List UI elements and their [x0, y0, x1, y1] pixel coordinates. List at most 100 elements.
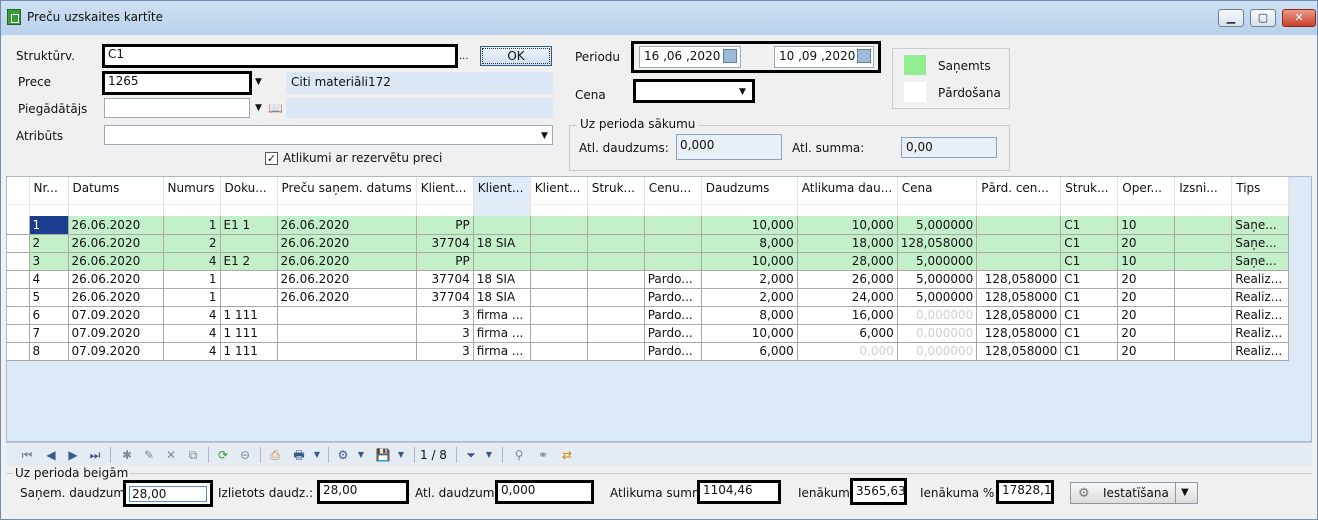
table-cell[interactable]: 18,000: [797, 234, 898, 253]
table-cell[interactable]: 20: [1117, 270, 1176, 289]
rezerv-checkbox[interactable]: ✓: [265, 152, 278, 165]
table-cell[interactable]: 8,000: [701, 306, 798, 325]
swap-icon[interactable]: ⇄: [558, 446, 576, 464]
column-header[interactable]: Cena: [897, 177, 978, 216]
table-row[interactable]: 6 07.09.2020 4 1 111 3 firma ... Pardo... 8,000…: [7, 306, 1290, 325]
table-cell[interactable]: 128,058000: [976, 306, 1062, 325]
column-filter-cell[interactable]: [29, 204, 67, 216]
table-cell[interactable]: Pardo...: [644, 342, 702, 361]
table-cell[interactable]: 128,058000: [897, 234, 978, 253]
print-preview-icon[interactable]: ⎙: [266, 446, 284, 464]
table-cell[interactable]: 2: [163, 234, 221, 253]
table-cell[interactable]: 4: [29, 270, 69, 289]
table-cell[interactable]: 5,000000: [897, 270, 978, 289]
table-cell[interactable]: 2: [29, 234, 69, 253]
column-header[interactable]: Daudzums: [701, 177, 798, 216]
column-filter-cell[interactable]: [530, 204, 587, 216]
iestatisana-button[interactable]: ⚙ Iestatīšana ▼: [1070, 482, 1198, 504]
print-icon[interactable]: 🖶: [290, 446, 308, 464]
column-header[interactable]: Izsni...: [1174, 177, 1233, 216]
table-cell[interactable]: PP: [416, 216, 474, 235]
column-filter-cell[interactable]: [1232, 204, 1288, 216]
table-cell[interactable]: [220, 288, 278, 307]
table-cell[interactable]: 26.06.2020: [277, 234, 417, 253]
column-header[interactable]: Klient...: [530, 177, 588, 216]
table-cell[interactable]: 3: [416, 306, 474, 325]
table-cell[interactable]: [587, 342, 645, 361]
maximize-button[interactable]: ▢: [1250, 9, 1276, 27]
table-cell[interactable]: [976, 252, 1062, 271]
cena-select[interactable]: [633, 79, 755, 103]
table-cell[interactable]: 26.06.2020: [277, 270, 417, 289]
table-cell[interactable]: 26.06.2020: [68, 270, 164, 289]
table-cell[interactable]: [587, 324, 645, 343]
table-row[interactable]: 7 07.09.2020 4 1 111 3 firma ... Pardo... 10,00…: [7, 324, 1290, 343]
table-cell[interactable]: 24,000: [797, 288, 898, 307]
table-cell[interactable]: 10,000: [797, 216, 898, 235]
table-cell[interactable]: [644, 216, 702, 235]
table-cell[interactable]: 26.06.2020: [277, 288, 417, 307]
table-cell[interactable]: 37704: [416, 234, 474, 253]
column-filter-cell[interactable]: [897, 204, 976, 216]
table-cell[interactable]: 5,000000: [897, 216, 978, 235]
table-cell[interactable]: 20: [1117, 234, 1176, 253]
cancel-icon[interactable]: ⊖: [236, 446, 254, 464]
table-cell[interactable]: [1174, 342, 1233, 361]
table-cell[interactable]: [1174, 288, 1233, 307]
table-cell[interactable]: [220, 234, 278, 253]
table-cell[interactable]: 18 SIA: [473, 270, 531, 289]
table-row[interactable]: 4 26.06.2020 1 26.06.2020 37704 18 SIA Pardo..…: [7, 270, 1290, 289]
table-cell[interactable]: 0,000: [797, 342, 898, 361]
row-indicator[interactable]: [7, 234, 30, 253]
table-cell[interactable]: [220, 270, 278, 289]
table-cell[interactable]: 26.06.2020: [277, 216, 417, 235]
calendar-from-icon[interactable]: [723, 49, 737, 63]
save-layout-icon[interactable]: 💾: [374, 446, 392, 464]
table-cell[interactable]: 26.06.2020: [277, 252, 417, 271]
close-button[interactable]: ✕: [1282, 9, 1316, 27]
cena-dropdown-icon[interactable]: ▼: [739, 87, 746, 97]
table-cell[interactable]: 10,000: [701, 252, 798, 271]
column-filter-cell[interactable]: [1118, 204, 1174, 216]
table-cell[interactable]: 1 111: [220, 306, 278, 325]
prev-record-icon[interactable]: ◀: [42, 446, 60, 464]
minimize-button[interactable]: ▁: [1218, 9, 1244, 27]
column-header[interactable]: Pārd. cen...: [976, 177, 1062, 216]
table-cell[interactable]: [1174, 306, 1233, 325]
table-cell[interactable]: 8,000: [701, 234, 798, 253]
row-indicator[interactable]: [7, 324, 30, 343]
table-cell[interactable]: [1174, 270, 1233, 289]
column-filter-cell[interactable]: [977, 204, 1060, 216]
table-cell[interactable]: [644, 234, 702, 253]
column-header[interactable]: Klient...: [416, 177, 474, 216]
table-cell[interactable]: [277, 324, 417, 343]
table-cell[interactable]: 0,000000: [897, 324, 978, 343]
table-cell[interactable]: [1174, 216, 1233, 235]
iestatisana-dropdown-icon[interactable]: ▼: [1181, 487, 1189, 498]
table-cell[interactable]: Saņe...: [1231, 234, 1290, 253]
table-cell[interactable]: [587, 252, 645, 271]
table-cell[interactable]: C1: [1060, 270, 1119, 289]
column-filter-cell[interactable]: [644, 204, 701, 216]
edit-icon[interactable]: ✎: [140, 446, 158, 464]
column-header[interactable]: Cenu...: [644, 177, 702, 216]
table-cell[interactable]: [587, 306, 645, 325]
column-header[interactable]: Struk...: [587, 177, 645, 216]
column-filter-cell[interactable]: [701, 204, 797, 216]
table-cell[interactable]: 128,058000: [976, 342, 1062, 361]
table-cell[interactable]: 26.06.2020: [68, 252, 164, 271]
table-cell[interactable]: [1174, 324, 1233, 343]
row-indicator[interactable]: [7, 342, 30, 361]
table-cell[interactable]: [587, 270, 645, 289]
atributs-dropdown-icon[interactable]: ▼: [541, 131, 548, 141]
table-cell[interactable]: [587, 216, 645, 235]
table-cell[interactable]: 3: [416, 324, 474, 343]
table-cell[interactable]: 28,000: [797, 252, 898, 271]
table-cell[interactable]: 0,000000: [897, 342, 978, 361]
table-cell[interactable]: [277, 306, 417, 325]
table-cell[interactable]: [530, 252, 588, 271]
table-cell[interactable]: [530, 288, 588, 307]
filter-dropdown-icon[interactable]: ▼: [480, 446, 498, 464]
table-cell[interactable]: firma ...: [473, 306, 531, 325]
table-cell[interactable]: 26.06.2020: [68, 234, 164, 253]
